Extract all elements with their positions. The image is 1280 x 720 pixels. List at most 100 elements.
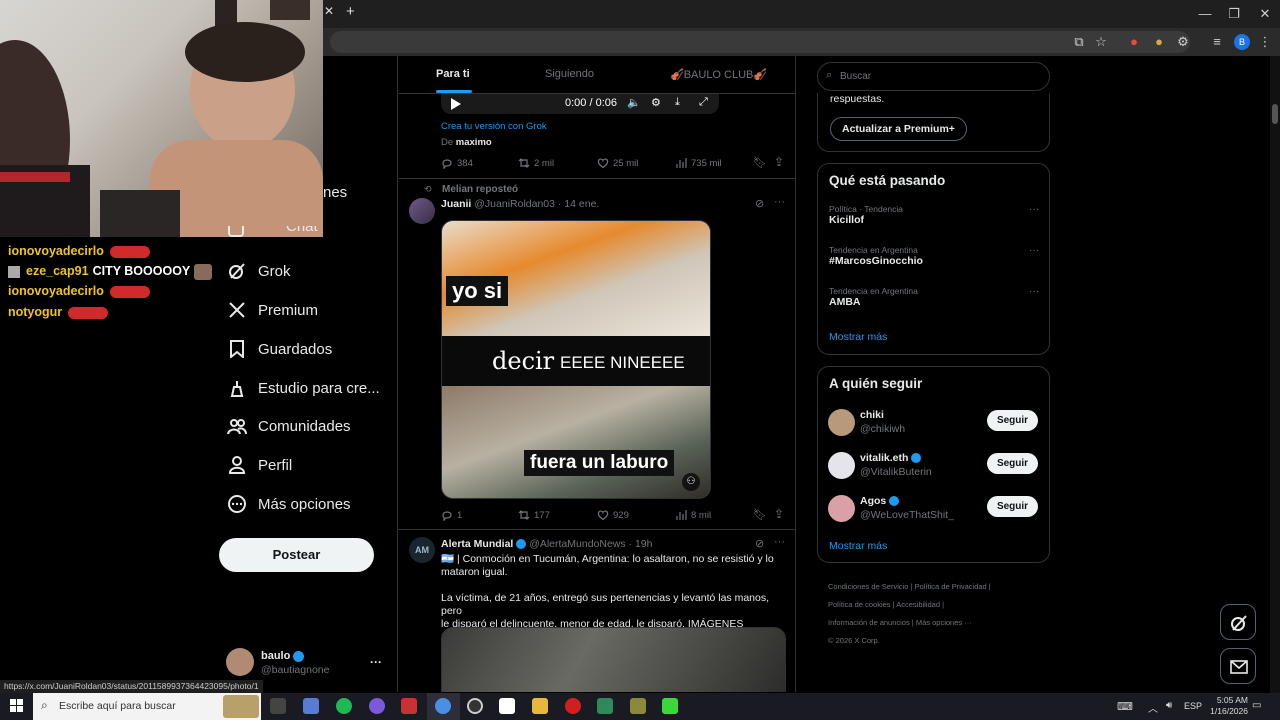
footer-link-ads-info[interactable]: Información de anuncios [828,618,910,627]
close-tab-icon[interactable]: ✕ [324,4,336,22]
nav-item-chat-partial[interactable]: Chat [286,226,318,237]
opera-icon[interactable] [565,698,581,714]
media-control-icon[interactable]: ≡ [1208,33,1226,51]
audio-source-user[interactable]: maximo [456,137,492,148]
author-name[interactable]: Juanii [441,198,471,210]
trend-more-icon[interactable]: ··· [1029,245,1039,256]
messages-floating-button[interactable] [1220,648,1256,684]
chrome-icon[interactable] [435,698,451,714]
author-handle-date[interactable]: @AlertaMundoNews · 19h [529,538,652,550]
search-box[interactable]: ⌕ Buscar [817,62,1050,91]
tab-for-you[interactable]: Para ti [436,68,470,80]
trend-more-icon[interactable]: ··· [1029,286,1039,297]
follow-suggestion[interactable]: vitalik.eth @VitalikButerin Seguir [828,452,1040,482]
trend-item[interactable]: Política · Tendencia Kicillof ··· [829,204,1039,226]
grok-image-icon[interactable]: ⚇ [682,473,700,491]
app-icon[interactable] [597,698,613,714]
views-button[interactable]: 8 mil [675,509,711,521]
footer-link-privacy[interactable]: Política de Privacidad [915,582,987,591]
download-icon[interactable]: ⤓ [675,96,680,109]
bookmark-star-icon[interactable]: ☆ [1092,33,1110,51]
app-icon[interactable] [369,698,385,714]
follow-button[interactable]: Seguir [987,410,1038,431]
play-icon[interactable] [451,98,461,110]
grok-create-link[interactable]: Crea tu versión con Grok [441,121,547,132]
repost-button[interactable]: 177 [518,509,550,521]
follow-button[interactable]: Seguir [987,453,1038,474]
nav-item-bookmarks[interactable]: Guardados [226,335,332,363]
author-handle-date[interactable]: @JuaniRoldan03 · 14 ene. [474,198,599,210]
taskbar-search[interactable]: ⌕ Escribe aquí para buscar [33,693,261,720]
settings-icon[interactable]: ⚙ [651,96,661,109]
file-explorer-icon[interactable] [532,698,548,714]
share-icon[interactable]: ⇪ [774,507,784,521]
notifications-icon[interactable]: ▭ [1252,700,1261,711]
bookmark-icon[interactable]: 🔖︎ [753,508,767,521]
share-icon[interactable]: ⇪ [774,155,784,169]
repost-button[interactable]: 2 mil [518,157,554,169]
nav-item-premium[interactable]: Premium [226,296,318,324]
taskbar-clock[interactable]: 5:05 AM 1/16/2026 [1200,695,1248,717]
trend-more-icon[interactable]: ··· [1029,204,1039,215]
app-icon[interactable] [630,698,646,714]
close-window-icon[interactable]: ✕ [1250,4,1280,24]
extensions-puzzle-icon[interactable]: ⚙ [1174,33,1192,51]
profile-icon[interactable]: B [1234,34,1250,50]
tab-baulo-club[interactable]: 🎻BAULO CLUB🎻 [670,68,767,81]
author-avatar[interactable] [409,198,435,224]
trends-show-more-link[interactable]: Mostrar más [829,331,887,343]
page-scrollbar[interactable] [1270,56,1280,693]
grok-explain-icon[interactable]: ⊘ [755,197,764,210]
trend-item[interactable]: Tendencia en Argentina #MarcosGinocchio … [829,245,1039,267]
obs-icon[interactable] [467,698,483,714]
nav-item-communities[interactable]: Comunidades [226,412,351,440]
upgrade-premium-button[interactable]: Actualizar a Premium+ [830,117,967,141]
post-more-icon[interactable]: ··· [774,536,785,548]
app-icon[interactable] [401,698,417,714]
like-button[interactable]: 929 [597,509,629,521]
extension-icon[interactable]: ● [1125,33,1143,51]
tab-following[interactable]: Siguiendo [545,68,594,80]
post-image[interactable]: yo si decir EEEE NINEEEE fuera un laburo… [441,220,711,499]
nav-item-more-options[interactable]: Más opciones [226,490,351,518]
spotify-icon[interactable] [336,698,352,714]
account-switcher[interactable]: baulo [261,650,305,662]
nav-item-grok[interactable]: Grok [226,257,291,285]
follow-suggestion[interactable]: chiki @chikiwh Seguir [828,409,1040,439]
views-button[interactable]: 735 mil [675,157,722,169]
bookmark-icon[interactable]: 🔖︎ [753,156,767,169]
author-name[interactable]: Alerta Mundial [441,538,513,550]
account-avatar[interactable] [226,648,254,676]
follow-button[interactable]: Seguir [987,496,1038,517]
account-more-icon[interactable]: ··· [370,655,382,669]
task-view-icon[interactable] [270,698,286,714]
browser-menu-icon[interactable]: ⋮ [1256,33,1274,51]
follow-show-more-link[interactable]: Mostrar más [829,540,887,552]
footer-link-accessibility[interactable]: Accesibilidad [896,600,940,609]
windows-start-icon[interactable] [10,699,24,713]
scrollbar-thumb[interactable] [1272,104,1278,124]
reply-button[interactable]: 1 [441,509,462,521]
follow-suggestion[interactable]: Agos @WeLoveThatShit_ Seguir [828,495,1040,525]
post-video-thumbnail[interactable] [441,627,786,692]
footer-link-cookies[interactable]: Política de cookies [828,600,891,609]
post-more-icon[interactable]: ··· [774,196,785,208]
nav-item-profile[interactable]: Perfil [226,451,292,479]
tray-chevron-icon[interactable]: ︿ [1148,700,1158,715]
new-tab-icon[interactable]: + [346,3,360,21]
volume-icon[interactable]: 🔊︎ [1166,700,1172,711]
address-bar[interactable] [330,31,1190,53]
footer-link-more[interactable]: Más opciones ··· [916,618,972,627]
minimize-icon[interactable]: — [1190,4,1220,24]
expand-icon[interactable]: ⤢ [699,96,708,109]
copilot-icon[interactable] [303,698,319,714]
kick-icon[interactable] [662,698,678,714]
app-icon[interactable] [499,698,515,714]
author-avatar[interactable]: AM [409,537,435,563]
keyboard-icon[interactable]: ⌨ [1117,700,1133,713]
volume-icon[interactable]: 🔈 [627,96,641,109]
repost-indicator[interactable]: Melian reposteó [442,184,518,195]
trend-item[interactable]: Tendencia en Argentina AMBA ··· [829,286,1039,308]
extension-icon[interactable]: ● [1150,33,1168,51]
nav-item-more-partial[interactable]: nes [323,184,347,201]
